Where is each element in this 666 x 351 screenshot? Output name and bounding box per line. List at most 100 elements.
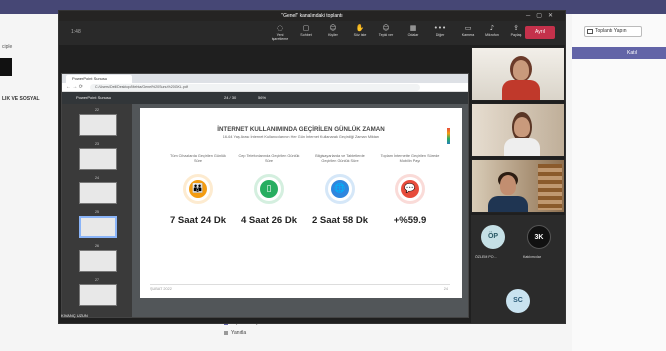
globe-icon: 🌐 (334, 184, 346, 194)
video-tile-1[interactable] (471, 47, 565, 101)
page-thumbnail[interactable] (79, 182, 117, 204)
thumbnail-number: 22 (95, 108, 99, 112)
page-thumbnail[interactable] (79, 284, 117, 306)
stat-value: 2 Saat 58 Dk (312, 215, 368, 226)
stat-value: 4 Saat 26 Dk (241, 215, 297, 226)
zoom-level[interactable]: 56% (258, 95, 266, 100)
camera-icon: ▭ (464, 24, 472, 32)
toolbar-button[interactable]: ☺ Tepki ver (375, 24, 397, 37)
toolbar-button[interactable]: ▦ Odalar (402, 24, 424, 37)
stat-circle: 👪 (189, 180, 207, 198)
meeting-title: "Genel" kanalındaki toplantı (281, 13, 343, 19)
thumbnail-sidebar: 22 23 24 25 26 27 (62, 104, 132, 317)
stat-block: Cep Telefonlarında Geçirilen Günlük Süre… (237, 154, 301, 226)
toolbar-button[interactable]: ▭ Kamera (457, 24, 479, 37)
toolbar-button-label: Tepki ver (378, 33, 394, 37)
participant-body (502, 80, 540, 100)
hand-icon: ✋ (355, 24, 365, 32)
people-icon: 👪 (192, 184, 204, 194)
stat-circle: 💬 (401, 180, 419, 198)
toolbar-button[interactable]: ☺ Kişiler (322, 24, 344, 37)
meeting-title-bar: "Genel" kanalındaki toplantı ─▢✕ (59, 11, 565, 21)
join-bar[interactable]: Katıl (572, 47, 666, 59)
slide-footer: ŞUBAT 2022 24 (150, 284, 450, 291)
meeting-window: "Genel" kanalındaki toplantı ─▢✕ 1:48 ◌ Y… (58, 10, 566, 324)
nav-arrows-icon[interactable]: ← → ⟳ (66, 84, 83, 90)
stat-circle: ▯ (260, 180, 278, 198)
page-thumbnail[interactable] (79, 148, 117, 170)
toolbar-button[interactable]: ▢ Sohbet (295, 24, 317, 37)
toolbar-button[interactable]: ◌ Yeni işaretleme (269, 24, 291, 41)
participant-face (514, 117, 530, 137)
toolbar-button[interactable]: ⇪ Paylaş (505, 24, 527, 37)
meet-now-label: Toplantı Yapın (595, 28, 627, 34)
browser-tab-strip: PowerPoint Sunusu (62, 74, 468, 83)
meet-now-button[interactable]: Toplantı Yapın (584, 26, 642, 37)
participant-area: SC (471, 273, 565, 323)
pdf-toolbar: PowerPoint Sunusu 24 / 30 56% (62, 92, 468, 104)
thumbnail-number: 24 (95, 176, 99, 180)
team-name[interactable]: LIK VE SOSYAL (2, 96, 40, 102)
thumbnail-number: 26 (95, 244, 99, 248)
presenter-label: KIVANÇ UZUN (61, 313, 88, 318)
window-controls[interactable]: ─▢✕ (526, 11, 559, 21)
slide-subtitle: 16-64 Yaş Arası İnternet Kullanıcılarını… (222, 135, 380, 139)
list-item-label: Yanıtla (231, 330, 247, 336)
participant-name: ÖZLEM PO... (475, 255, 497, 259)
chat-bubbles-icon: 💬 (404, 184, 416, 194)
stat-ring: 💬 (395, 174, 425, 204)
stat-caption: Cep Telefonlarında Geçirilen Günlük Süre (238, 154, 300, 163)
stat-block: Tüm Cihazlarda Geçirilen Günlük Süre 👪 7 S… (166, 154, 230, 226)
slide-page: İNTERNET KULLANIMINDA GEÇİRİLEN GÜNLÜK Z… (140, 108, 462, 298)
toolbar-button-label: Sohbet (300, 33, 312, 37)
meeting-timer: 1:48 (71, 29, 81, 35)
stat-circle: 🌐 (331, 180, 349, 198)
stat-ring: 👪 (183, 174, 213, 204)
video-tile-2[interactable] (471, 103, 565, 157)
reply-icon (224, 331, 228, 335)
list-item[interactable]: Yanıtla (224, 328, 270, 338)
toolbar-button[interactable]: ♪ Mikrofon (481, 24, 503, 37)
toolbar-button-label: Mikrofon (485, 33, 499, 37)
page-thumbnail[interactable] (79, 216, 117, 238)
page-thumbnail[interactable] (79, 250, 117, 272)
address-bar[interactable]: C:/Users/Dell/Desktop/Mehta/Genel%20Sunu… (90, 84, 420, 91)
team-tile[interactable] (0, 58, 12, 76)
participant-face (513, 60, 529, 80)
stat-block: Toplam İnternette Geçirilen Sürede Mobil… (378, 154, 442, 226)
page-thumbnail[interactable] (79, 114, 117, 136)
stat-caption: Bilgisayarlarda ve Tabletlerde Geçirilen… (315, 154, 365, 163)
leave-button[interactable]: Ayrıl (525, 26, 555, 39)
leave-label: Ayrıl (535, 29, 545, 35)
toolbar-button-label: Paylaş (510, 33, 522, 37)
stat-block: Bilgisayarlarda ve Tabletlerde Geçirilen… (308, 154, 372, 226)
avatar[interactable]: SC (506, 289, 530, 313)
thumbnail-number: 23 (95, 142, 99, 146)
browser-tab[interactable]: PowerPoint Sunusu (66, 75, 132, 83)
slide-date: ŞUBAT 2022 (150, 287, 172, 291)
channel-panel: ciple LIK VE SOSYAL (0, 14, 60, 351)
more-icon: ••• (433, 24, 447, 32)
video-tile-3[interactable] (471, 159, 565, 213)
eye-off-icon: ◌ (276, 24, 284, 32)
toolbar-button-label: Kişiler (328, 33, 338, 37)
stat-ring: 🌐 (325, 174, 355, 204)
mic-icon: ♪ (489, 24, 495, 32)
right-panel: Toplantı Yapın Katıl (572, 14, 666, 351)
channel-label: ciple (2, 44, 13, 50)
toolbar-button[interactable]: ••• Diğer (429, 24, 451, 37)
people-icon: ☺ (329, 24, 337, 32)
toolbar-button[interactable]: ✋ Söz iste (349, 24, 371, 37)
rooms-icon: ▦ (409, 24, 417, 32)
bookshelf (538, 164, 562, 210)
stat-caption: Tüm Cihazlarda Geçirilen Günlük Süre (170, 154, 226, 163)
toolbar-button-label: Söz iste (353, 33, 367, 37)
avatar[interactable]: 3K (527, 225, 551, 249)
share-icon: ⇪ (513, 24, 519, 32)
presenter-name: KIVANÇ UZUN (61, 313, 88, 318)
page-indicator[interactable]: 24 / 30 (224, 95, 236, 100)
stat-caption: Toplam İnternette Geçirilen Sürede Mobil… (380, 154, 440, 163)
stat-value: +%59.9 (393, 215, 427, 226)
avatar[interactable]: ÖP (481, 225, 505, 249)
participant-body (504, 138, 540, 156)
